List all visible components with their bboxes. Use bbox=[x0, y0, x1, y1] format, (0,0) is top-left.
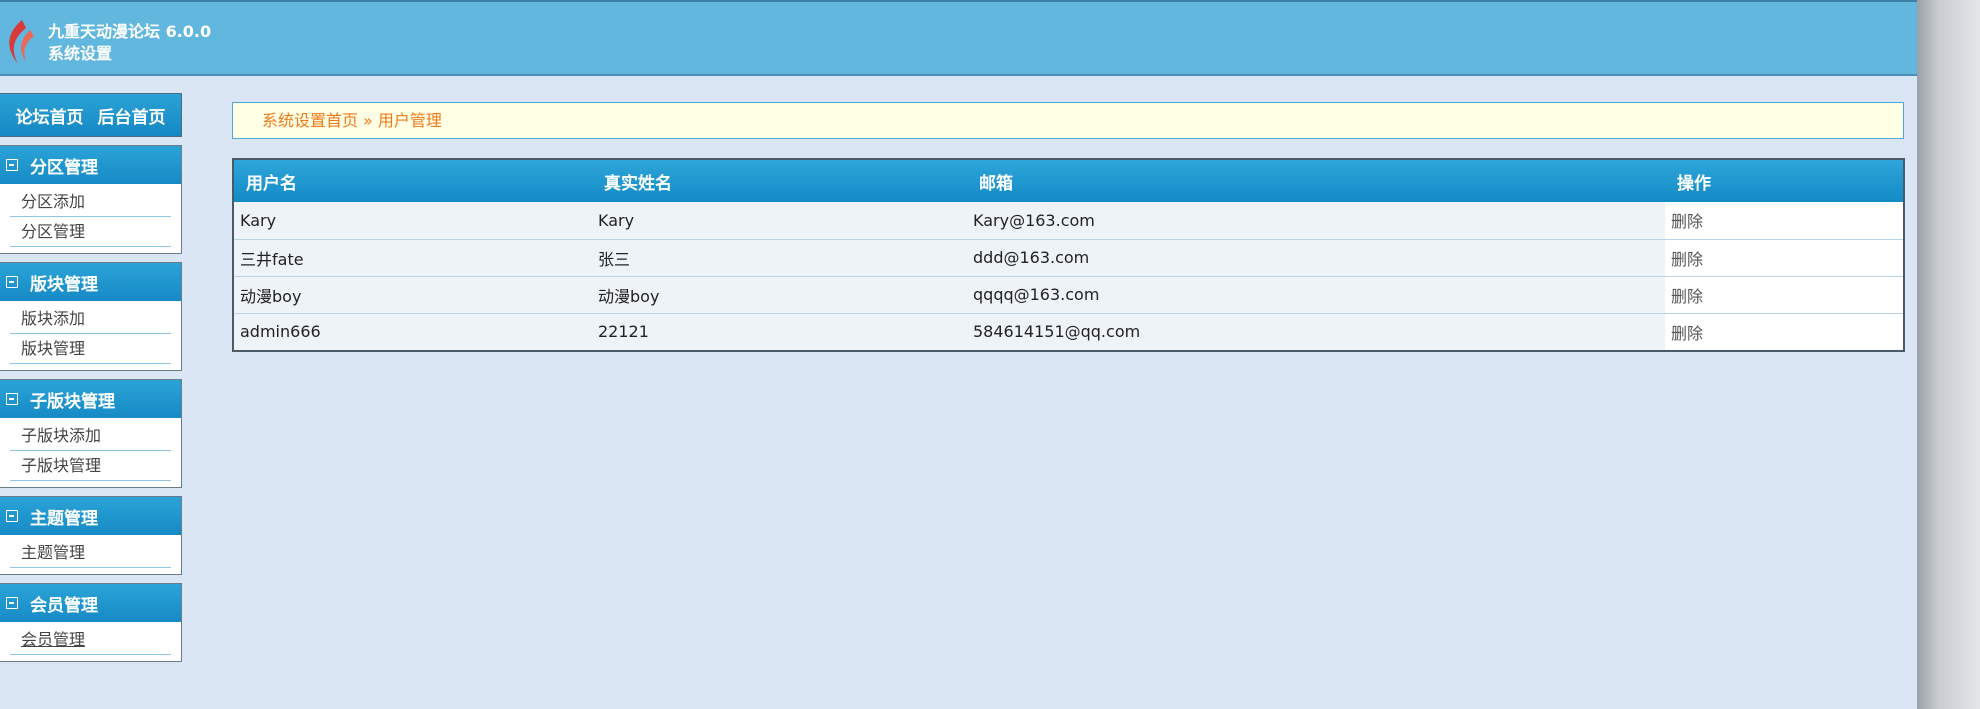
delete-link[interactable]: 删除 bbox=[1665, 202, 1903, 239]
cell-realname: 张三 bbox=[592, 238, 967, 276]
cell-username: admin666 bbox=[234, 312, 592, 350]
sidebar: 论坛首页 后台首页 分区管理 分区添加 分区管理 版块管理 版块添加 版块管理 bbox=[0, 93, 182, 662]
sidebar-group-title: 分区管理 bbox=[30, 157, 98, 178]
sidebar-group-member: 会员管理 会员管理 bbox=[0, 583, 182, 662]
column-header-email: 邮箱 bbox=[979, 173, 1013, 194]
collapse-minus-icon[interactable] bbox=[6, 159, 18, 171]
column-header-username: 用户名 bbox=[246, 173, 297, 194]
user-table: 用户名 真实姓名 邮箱 操作 Kary Kary Kary@163.com 删除… bbox=[232, 158, 1905, 352]
header: 九重天动漫论坛 6.0.0 系统设置 bbox=[0, 0, 1917, 76]
sidebar-item-section-add[interactable]: 分区添加 bbox=[10, 187, 171, 217]
admin-home-link[interactable]: 后台首页 bbox=[98, 103, 166, 128]
cell-username: 三井fate bbox=[234, 238, 592, 276]
collapse-minus-icon[interactable] bbox=[6, 276, 18, 288]
sidebar-top-nav: 论坛首页 后台首页 bbox=[0, 93, 182, 137]
delete-link[interactable]: 删除 bbox=[1665, 275, 1903, 313]
cell-realname: Kary bbox=[598, 210, 635, 230]
sidebar-group-board: 版块管理 版块添加 版块管理 bbox=[0, 262, 182, 371]
delete-link[interactable]: 删除 bbox=[1665, 238, 1903, 276]
column-header-action: 操作 bbox=[1677, 173, 1711, 194]
table-row: 动漫boy 动漫boy qqqq@163.com 删除 bbox=[234, 275, 1903, 313]
window-edge bbox=[1917, 0, 1980, 709]
delete-link[interactable]: 删除 bbox=[1665, 312, 1903, 350]
sidebar-group-title: 子版块管理 bbox=[30, 391, 115, 412]
collapse-minus-icon[interactable] bbox=[6, 393, 18, 405]
sidebar-group-header[interactable]: 分区管理 bbox=[0, 146, 181, 184]
breadcrumb: 系统设置首页 » 用户管理 bbox=[232, 102, 1904, 139]
sidebar-item-subboard-add[interactable]: 子版块添加 bbox=[10, 421, 171, 451]
app-title: 九重天动漫论坛 6.0.0 bbox=[48, 22, 212, 41]
cell-username: Kary bbox=[240, 210, 277, 230]
sidebar-item-label: 会员管理 bbox=[21, 630, 86, 649]
collapse-minus-icon[interactable] bbox=[6, 597, 18, 609]
sidebar-group-section: 分区管理 分区添加 分区管理 bbox=[0, 145, 182, 254]
table-row: Kary Kary Kary@163.com 删除 bbox=[234, 202, 1903, 239]
sidebar-group-header[interactable]: 版块管理 bbox=[0, 263, 181, 301]
cell-email: 584614151@qq.com bbox=[967, 312, 1665, 350]
sidebar-group-title: 版块管理 bbox=[30, 274, 98, 295]
admin-app: 九重天动漫论坛 6.0.0 系统设置 论坛首页 后台首页 分区管理 分区添加 分… bbox=[0, 0, 1917, 709]
cell-realname: 动漫boy bbox=[592, 275, 967, 313]
breadcrumb-home-link[interactable]: 系统设置首页 bbox=[262, 111, 358, 130]
sidebar-group-title: 会员管理 bbox=[30, 595, 98, 616]
cell-realname: 22121 bbox=[592, 312, 967, 350]
breadcrumb-current[interactable]: 用户管理 bbox=[378, 111, 442, 130]
sidebar-item-board-add[interactable]: 版块添加 bbox=[10, 304, 171, 334]
collapse-minus-icon[interactable] bbox=[6, 510, 18, 522]
cell-email: qqqq@163.com bbox=[967, 275, 1665, 313]
page-subtitle: 系统设置 bbox=[48, 44, 113, 63]
sidebar-group-header[interactable]: 会员管理 bbox=[0, 584, 181, 622]
sidebar-group-title: 主题管理 bbox=[30, 508, 98, 529]
flame-logo-icon bbox=[9, 20, 34, 64]
sidebar-item-topic-manage[interactable]: 主题管理 bbox=[10, 538, 171, 568]
cell-username: 动漫boy bbox=[234, 275, 592, 313]
breadcrumb-separator: » bbox=[363, 111, 373, 130]
sidebar-item-subboard-manage[interactable]: 子版块管理 bbox=[10, 451, 171, 481]
forum-home-link[interactable]: 论坛首页 bbox=[16, 103, 84, 128]
sidebar-group-header[interactable]: 主题管理 bbox=[0, 497, 181, 535]
sidebar-group-header[interactable]: 子版块管理 bbox=[0, 380, 181, 418]
cell-email: Kary@163.com bbox=[973, 210, 1095, 230]
table-row: 三井fate 张三 ddd@163.com 删除 bbox=[234, 238, 1903, 276]
sidebar-item-section-manage[interactable]: 分区管理 bbox=[10, 217, 171, 247]
column-header-realname: 真实姓名 bbox=[604, 173, 672, 194]
sidebar-group-topic: 主题管理 主题管理 bbox=[0, 496, 182, 575]
cell-email: ddd@163.com bbox=[967, 238, 1665, 276]
sidebar-item-board-manage[interactable]: 版块管理 bbox=[10, 334, 171, 364]
table-row: admin666 22121 584614151@qq.com 删除 bbox=[234, 312, 1903, 350]
sidebar-group-subboard: 子版块管理 子版块添加 子版块管理 bbox=[0, 379, 182, 488]
sidebar-item-member-manage[interactable]: 会员管理 bbox=[10, 625, 171, 655]
table-header-row: 用户名 真实姓名 邮箱 操作 bbox=[234, 160, 1903, 202]
